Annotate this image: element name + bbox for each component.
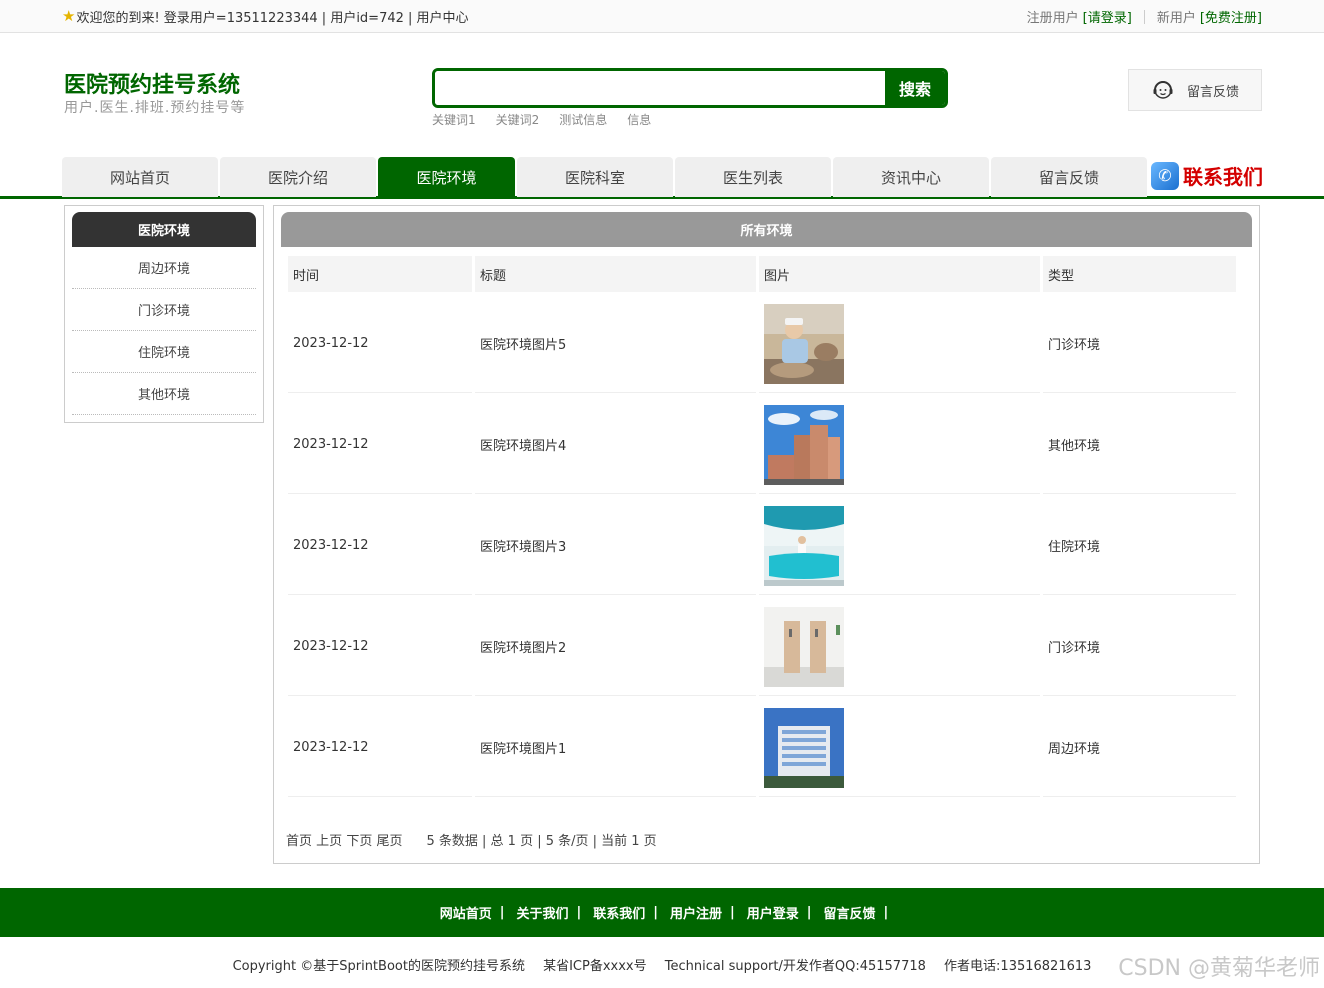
sidebar-item-other[interactable]: 其他环境: [72, 373, 256, 415]
header: 医院预约挂号系统 用户.医生.排班.预约挂号等 搜索 关键词1 关键词2 测试信…: [0, 33, 1324, 157]
cell-image: [759, 598, 1040, 696]
keyword-link[interactable]: 信息: [627, 111, 651, 128]
keyword-link[interactable]: 关键词1: [432, 111, 476, 128]
pager-prev[interactable]: 上页: [316, 834, 342, 849]
nav-item-doctors[interactable]: 医生列表: [675, 157, 831, 197]
sidebar-item-surroundings[interactable]: 周边环境: [72, 247, 256, 289]
feedback-label: 留言反馈: [1186, 84, 1239, 100]
footer-link-login[interactable]: 用户登录: [747, 903, 799, 922]
account-links: 注册用户 [请登录] 新用户 [免费注册]: [1027, 7, 1262, 26]
footer-link-contact[interactable]: 联系我们: [593, 903, 645, 922]
footer-nav: 网站首页 | 关于我们 | 联系我们 | 用户注册 | 用户登录 | 留言反馈 |: [0, 888, 1324, 937]
doors-photo[interactable]: [764, 606, 844, 687]
nav-item-feedback[interactable]: 留言反馈: [991, 157, 1147, 197]
cell-time: 2023-12-12: [288, 396, 472, 494]
sidebar-item-inpatient[interactable]: 住院环境: [72, 331, 256, 373]
watermark: CSDN @黄菊华老师: [1118, 956, 1320, 981]
top-bar: ★ 欢迎您的到来! 登录用户=13511223344 | 用户id=742 | …: [0, 0, 1324, 33]
divider: [1143, 9, 1145, 24]
cell-image: [759, 396, 1040, 494]
search-button[interactable]: 搜索: [885, 71, 945, 105]
hospital-building-photo[interactable]: [764, 707, 844, 788]
column-header-type: 类型: [1043, 256, 1236, 292]
table-row[interactable]: 2023-12-12 医院环境图片5 门诊环境: [288, 295, 1236, 393]
search-box: 搜索: [432, 68, 948, 108]
content-title: 所有环境: [281, 212, 1252, 247]
footer-link-feedback[interactable]: 留言反馈: [824, 903, 876, 922]
feedback-button[interactable]: 留言反馈: [1128, 69, 1262, 111]
footer-link-home[interactable]: 网站首页: [440, 903, 492, 922]
pager-first[interactable]: 首页: [286, 834, 312, 849]
keyword-link[interactable]: 关键词2: [496, 111, 540, 128]
site-subtitle: 用户.医生.排班.预约挂号等: [64, 100, 246, 116]
new-user-label: 新用户: [1156, 11, 1196, 26]
nav-item-news[interactable]: 资讯中心: [833, 157, 989, 197]
column-header-title: 标题: [475, 256, 756, 292]
cell-title[interactable]: 医院环境图片2: [475, 598, 756, 696]
cell-time: 2023-12-12: [288, 497, 472, 595]
cell-title[interactable]: 医院环境图片4: [475, 396, 756, 494]
cell-image: [759, 699, 1040, 797]
contact-us-link[interactable]: ✆ 联系我们: [1151, 161, 1263, 190]
table-row[interactable]: 2023-12-12 医院环境图片2 门诊环境: [288, 598, 1236, 696]
pager-next[interactable]: 下页: [346, 834, 372, 849]
hot-keywords: 关键词1 关键词2 测试信息 信息: [432, 111, 651, 128]
welcome-text[interactable]: 欢迎您的到来! 登录用户=13511223344 | 用户id=742 | 用户…: [76, 7, 468, 26]
pager-last[interactable]: 尾页: [376, 834, 402, 849]
nav-item-intro[interactable]: 医院介绍: [220, 157, 376, 197]
pagination: 首页 上页 下页 尾页 5 条数据 | 总 1 页 | 5 条/页 | 当前 1…: [286, 830, 657, 849]
cell-title[interactable]: 医院环境图片1: [475, 699, 756, 797]
register-link[interactable]: [免费注册]: [1200, 7, 1262, 26]
login-link[interactable]: [请登录]: [1083, 7, 1132, 26]
registered-label: 注册用户: [1026, 11, 1079, 26]
nav-item-departments[interactable]: 医院科室: [517, 157, 673, 197]
table-row[interactable]: 2023-12-12 医院环境图片3 住院环境: [288, 497, 1236, 595]
table-row[interactable]: 2023-12-12 医院环境图片4 其他环境: [288, 396, 1236, 494]
table-row[interactable]: 2023-12-12 医院环境图片1 周边环境: [288, 699, 1236, 797]
cell-time: 2023-12-12: [288, 699, 472, 797]
phone-text: 作者电话:13516821613: [944, 959, 1092, 974]
main-nav: 网站首页 医院介绍 医院环境 医院科室 医生列表 资讯中心 留言反馈 ✆ 联系我…: [0, 157, 1324, 199]
pager-summary: 5 条数据 | 总 1 页 | 5 条/页 | 当前 1 页: [426, 834, 657, 849]
search-input[interactable]: [435, 71, 885, 105]
cell-type: 门诊环境: [1043, 598, 1236, 696]
main-content: 所有环境 时间 标题 图片 类型 2023-12-12 医院环境图片5 门诊环境…: [273, 205, 1260, 864]
table-header-row: 时间 标题 图片 类型: [288, 256, 1236, 292]
reception-desk-photo[interactable]: [764, 505, 844, 586]
footer-link-about[interactable]: 关于我们: [516, 903, 568, 922]
icp-text: 某省ICP备xxxx号: [543, 959, 647, 974]
cell-time: 2023-12-12: [288, 598, 472, 696]
environment-table: 时间 标题 图片 类型 2023-12-12 医院环境图片5 门诊环境 2023…: [285, 253, 1239, 800]
copyright-text: Copyright ©基于SprintBoot的医院预约挂号系统: [232, 959, 525, 974]
cell-title[interactable]: 医院环境图片3: [475, 497, 756, 595]
column-header-time: 时间: [288, 256, 472, 292]
star-icon: ★: [62, 7, 76, 25]
site-title: 医院预约挂号系统: [64, 73, 241, 98]
cell-type: 其他环境: [1043, 396, 1236, 494]
nav-item-environment[interactable]: 医院环境: [378, 157, 515, 197]
support-text: Technical support/开发作者QQ:45157718: [664, 959, 926, 974]
cell-image: [759, 295, 1040, 393]
welcome-area: ★ 欢迎您的到来! 登录用户=13511223344 | 用户id=742 | …: [62, 7, 469, 27]
cell-type: 周边环境: [1043, 699, 1236, 797]
phone-icon: ✆: [1151, 161, 1179, 190]
nav-item-home[interactable]: 网站首页: [62, 157, 218, 197]
sidebar: 医院环境 周边环境 门诊环境 住院环境 其他环境: [64, 205, 264, 423]
sidebar-title: 医院环境: [72, 212, 256, 247]
cell-type: 住院环境: [1043, 497, 1236, 595]
cell-title[interactable]: 医院环境图片5: [475, 295, 756, 393]
column-header-image: 图片: [759, 256, 1040, 292]
sidebar-item-outpatient[interactable]: 门诊环境: [72, 289, 256, 331]
cell-image: [759, 497, 1040, 595]
building-sky-photo[interactable]: [764, 404, 844, 485]
headset-icon: [1153, 81, 1173, 99]
contact-label: 联系我们: [1183, 165, 1263, 189]
cell-time: 2023-12-12: [288, 295, 472, 393]
nurse-photo[interactable]: [764, 303, 844, 384]
cell-type: 门诊环境: [1043, 295, 1236, 393]
footer-link-register[interactable]: 用户注册: [670, 903, 722, 922]
keyword-link[interactable]: 测试信息: [559, 111, 607, 128]
